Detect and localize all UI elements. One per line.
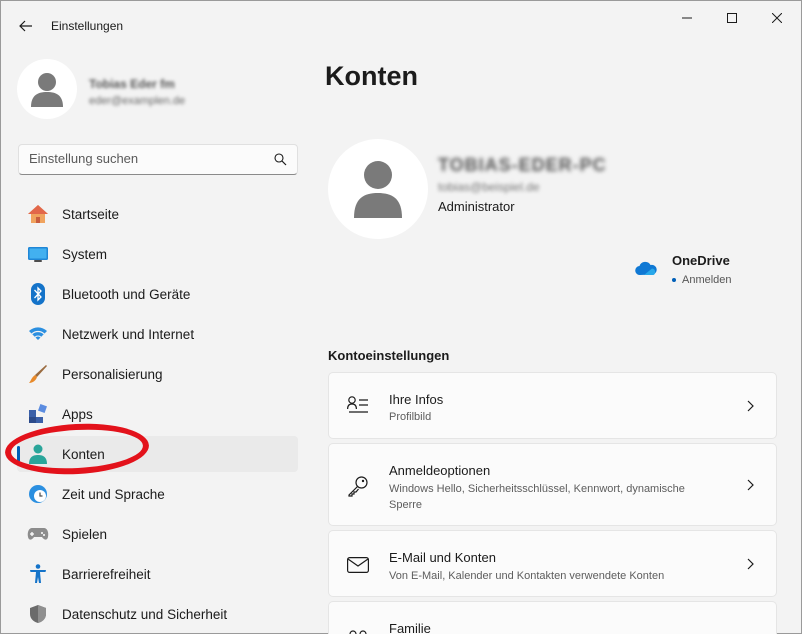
sidebar-item-datenschutz[interactable]: Datenschutz und Sicherheit [17, 596, 298, 632]
bluetooth-icon [27, 283, 49, 305]
clock-globe-icon [27, 483, 49, 505]
onedrive-status[interactable]: Anmelden [672, 274, 732, 286]
app-title: Einstellungen [51, 19, 124, 33]
sidebar-item-label: Personalisierung [62, 366, 163, 382]
sidebar-item-apps[interactable]: Apps [17, 396, 298, 432]
maximize-icon [727, 13, 737, 23]
sidebar-item-label: Startseite [62, 206, 120, 222]
search-icon[interactable] [274, 153, 287, 166]
onedrive-cloud-icon [635, 261, 657, 275]
close-icon [772, 13, 782, 23]
chevron-right-icon [747, 479, 754, 491]
status-dot [672, 278, 676, 283]
brush-icon [27, 363, 49, 385]
gamepad-icon [27, 523, 49, 545]
sidebar-item-netzwerk[interactable]: Netzwerk und Internet [17, 316, 298, 352]
minimize-button[interactable] [665, 5, 709, 31]
card-ihre-infos[interactable]: Ihre Infos Profilbild [328, 372, 777, 439]
chevron-right-icon [747, 558, 754, 570]
sidebar-item-label: Netzwerk und Internet [62, 326, 195, 342]
card-email-konten[interactable]: E-Mail und Konten Von E-Mail, Kalender u… [328, 530, 777, 597]
maximize-button[interactable] [710, 5, 754, 31]
sidebar-item-label: Zeit und Sprache [62, 486, 165, 502]
account-role: Administrator [438, 199, 515, 214]
mail-icon [347, 557, 369, 573]
sidebar-item-konten[interactable]: Konten [17, 436, 298, 472]
minimize-icon [682, 17, 692, 19]
title-bar: Einstellungen [1, 1, 801, 49]
avatar [17, 59, 77, 119]
sidebar-item-system[interactable]: System [17, 236, 298, 272]
sidebar-item-bluetooth[interactable]: Bluetooth und Geräte [17, 276, 298, 312]
sidebar-item-label: Barrierefreiheit [62, 566, 151, 582]
card-title: Anmeldeoptionen [389, 463, 491, 478]
card-subtitle: Windows Hello, Sicherheitsschlüssel, Ken… [389, 483, 685, 511]
card-title: Ihre Infos [389, 392, 444, 407]
user-avatar-icon [354, 161, 402, 218]
account-avatar [328, 139, 428, 239]
card-familie[interactable]: Familie [328, 601, 777, 634]
sidebar-item-startseite[interactable]: Startseite [17, 196, 298, 232]
profile-email: eder@examplen.de [89, 95, 186, 107]
wifi-icon [27, 323, 49, 345]
shield-icon [27, 603, 49, 625]
card-title: E-Mail und Konten [389, 550, 496, 565]
card-subtitle: Von E-Mail, Kalender und Kontakten verwe… [389, 570, 665, 582]
user-avatar-icon [31, 73, 63, 107]
sidebar-item-label: Konten [62, 446, 105, 462]
family-icon [349, 630, 367, 634]
sidebar-item-label: System [62, 246, 108, 262]
account-email: tobias@beispiel.de [438, 180, 540, 194]
section-title: Kontoeinstellungen [328, 348, 450, 363]
display-icon [27, 243, 49, 265]
apps-icon [27, 403, 49, 425]
card-subtitle: Profilbild [389, 411, 432, 423]
sidebar-item-label: Apps [62, 406, 93, 422]
onedrive-title: OneDrive [672, 253, 730, 268]
sidebar-item-barrierefreiheit[interactable]: Barrierefreiheit [17, 556, 298, 592]
sidebar-item-label: Datenschutz und Sicherheit [62, 606, 228, 622]
sidebar-item-label: Bluetooth und Geräte [62, 286, 191, 302]
card-anmeldeoptionen[interactable]: Anmeldeoptionen Windows Hello, Sicherhei… [328, 443, 777, 526]
sidebar-item-label: Spielen [62, 526, 108, 542]
person-lines-icon [347, 396, 368, 413]
page-title: Konten [325, 61, 418, 91]
account-name: TOBIAS-EDER-PC [438, 155, 607, 175]
close-button[interactable] [755, 5, 799, 31]
accessibility-icon [27, 563, 49, 585]
onedrive-status-label: Anmelden [682, 274, 732, 286]
active-indicator [17, 446, 20, 462]
user-icon [27, 443, 49, 465]
search-box[interactable] [18, 144, 298, 175]
sidebar-item-personalisierung[interactable]: Personalisierung [17, 356, 298, 392]
chevron-right-icon [747, 400, 754, 412]
sidebar-nav: Startseite System Bluetooth und Geräte N… [17, 196, 298, 634]
sidebar-item-spielen[interactable]: Spielen [17, 516, 298, 552]
back-arrow-icon [19, 20, 32, 32]
card-title: Familie [389, 621, 431, 634]
sidebar-profile[interactable]: Tobias Eder fm eder@examplen.de [17, 59, 185, 119]
search-input[interactable] [29, 151, 259, 166]
back-button[interactable] [13, 13, 39, 39]
sidebar-item-zeit-sprache[interactable]: Zeit und Sprache [17, 476, 298, 512]
profile-name: Tobias Eder fm [89, 77, 175, 91]
home-icon [27, 203, 49, 225]
key-icon [348, 476, 368, 497]
